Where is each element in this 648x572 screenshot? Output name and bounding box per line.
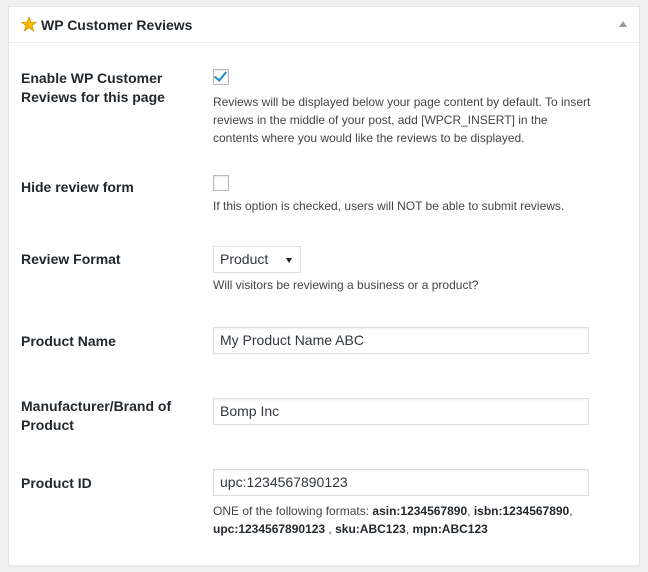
checkmark-icon: [213, 68, 228, 82]
format-isbn: isbn:1234567890: [473, 504, 570, 518]
arrow-up-icon[interactable]: [619, 21, 627, 27]
hide-form-label: Hide review form: [21, 179, 134, 195]
product-id-input[interactable]: upc:1234567890123: [213, 469, 589, 496]
format-asin: asin:1234567890: [372, 504, 468, 518]
star-icon: [21, 16, 37, 32]
brand-input[interactable]: Bomp Inc: [213, 398, 589, 425]
review-format-description: Will visitors be reviewing a business or…: [213, 278, 479, 292]
metabox-header[interactable]: WP Customer Reviews: [9, 7, 639, 43]
hide-form-checkbox[interactable]: [213, 175, 229, 191]
format-mpn: mpn:ABC123: [412, 522, 488, 536]
enable-label: Enable WP Customer Reviews for this page: [21, 70, 165, 105]
metabox-title: WP Customer Reviews: [41, 17, 193, 33]
product-name-label: Product Name: [21, 333, 116, 349]
formats-prefix: ONE of the following formats:: [213, 504, 373, 518]
product-id-label: Product ID: [21, 475, 92, 491]
product-id-description: ONE of the following formats: asin:12345…: [213, 504, 573, 536]
hide-form-description: If this option is checked, users will NO…: [213, 199, 565, 213]
dropdown-arrow-icon: [286, 258, 292, 263]
wpcr-metabox: WP Customer Reviews Enable WP Customer R…: [8, 6, 640, 566]
review-format-select[interactable]: Product: [213, 246, 301, 273]
review-format-value: Product: [220, 251, 269, 267]
enable-checkbox[interactable]: [213, 68, 229, 85]
enable-description: Reviews will be displayed below your pag…: [213, 95, 591, 145]
format-sku: sku:ABC123: [335, 522, 406, 536]
format-upc: upc:1234567890123: [213, 522, 326, 536]
product-name-input[interactable]: My Product Name ABC: [213, 327, 589, 354]
brand-label: Manufacturer/Brand of Product: [21, 398, 172, 433]
review-format-label: Review Format: [21, 251, 121, 267]
